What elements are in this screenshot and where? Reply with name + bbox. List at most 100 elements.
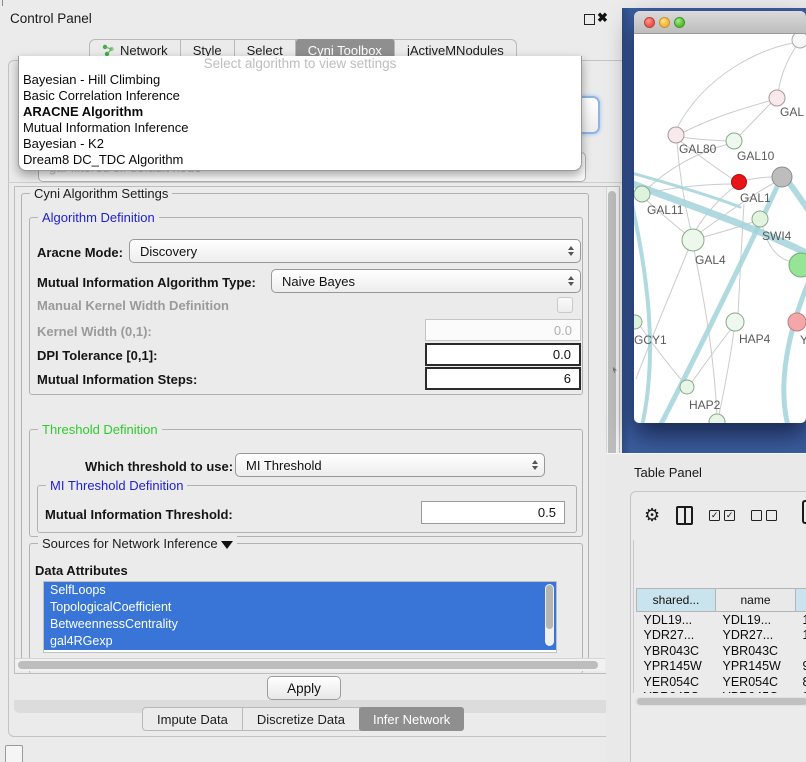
network-edge	[681, 137, 728, 141]
mi-steps-field[interactable]: 6	[425, 367, 581, 390]
network-node-label: GCY1	[634, 333, 667, 347]
float-panel-icon[interactable]	[584, 14, 595, 25]
table-cell: 12	[796, 628, 806, 644]
network-edge	[746, 177, 773, 180]
columns-icon[interactable]	[676, 506, 693, 525]
network-node[interactable]	[726, 313, 744, 331]
network-canvas[interactable]: GALGAL80GAL10GAL1SWI4GAL11GAL4GCY1HAP4YH…	[634, 34, 806, 423]
kernel-width-label: Kernel Width (0,1):	[37, 324, 152, 339]
network-node[interactable]	[752, 211, 768, 227]
mi-threshold-field[interactable]: 0.5	[421, 501, 565, 524]
minimize-traffic-light-icon[interactable]	[659, 17, 670, 28]
horizontal-scrollbar-thumb[interactable]	[18, 661, 598, 669]
table-clip: shared...nameA YDL19...YDL19...13YDR27..…	[633, 540, 806, 693]
network-edge	[778, 40, 800, 94]
algorithm-option[interactable]: ARACNE Algorithm	[19, 104, 581, 120]
node-table[interactable]: shared...nameA YDL19...YDL19...13YDR27..…	[636, 588, 806, 693]
table-row[interactable]: YBR045CYBR045C9.	[637, 690, 806, 694]
data-attributes-list: SelfLoopsTopologicalCoefficientBetweenne…	[43, 581, 557, 653]
algorithm-option[interactable]: Bayesian - Hill Climbing	[19, 72, 581, 88]
algorithm-option[interactable]: Basic Correlation Inference	[19, 88, 581, 104]
list-scrollbar[interactable]	[545, 584, 554, 646]
table-panel: Table Panel ⚙ ✓✓ shared...nameA YDL19...…	[606, 453, 806, 762]
table-horizontal-scrollbar[interactable]	[635, 697, 806, 706]
network-node[interactable]	[792, 34, 806, 48]
table-cell: 9.	[796, 690, 806, 694]
network-node[interactable]	[726, 133, 742, 149]
network-node[interactable]	[668, 127, 684, 143]
table-row[interactable]: YPR145WYPR145W9.	[637, 659, 806, 675]
network-node[interactable]	[772, 167, 792, 187]
bottom-tab-discretize-data[interactable]: Discretize Data	[243, 708, 360, 730]
network-node-label: GAL10	[737, 149, 775, 163]
network-node-label: GAL4	[695, 253, 726, 267]
table-cell: YBR045C	[637, 690, 716, 694]
mi-threshold-label: Mutual Information Threshold:	[45, 507, 233, 522]
network-node[interactable]	[732, 175, 747, 190]
panel-title: Control Panel	[10, 11, 92, 26]
group-title[interactable]: Sources for Network Inference	[38, 536, 237, 551]
network-node[interactable]	[769, 90, 785, 106]
dpi-tolerance-field[interactable]: 0.0	[425, 343, 581, 366]
network-window: GALGAL80GAL10GAL1SWI4GAL11GAL4GCY1HAP4YH…	[634, 11, 806, 423]
network-node[interactable]	[788, 313, 806, 331]
table-column-header[interactable]: name	[716, 589, 796, 612]
network-node-label: HAP4	[739, 332, 771, 346]
network-edge-highlighted	[784, 274, 806, 423]
settings-scroll-panel: Cyni Algorithm Settings Algorithm Defini…	[14, 186, 620, 674]
network-window-titlebar[interactable]	[634, 11, 806, 34]
network-node-label: GAL80	[679, 142, 717, 156]
mi-type-combo[interactable]: Naive Bayes	[271, 269, 581, 293]
bottom-tab-infer-network[interactable]: Infer Network	[359, 707, 464, 731]
table-cell: YPR145W	[637, 659, 716, 675]
algorithm-dropdown-placeholder: Select algorithm to view settings	[19, 56, 581, 72]
docked-panel-icon[interactable]	[5, 745, 23, 762]
aracne-mode-combo[interactable]: Discovery	[129, 239, 581, 263]
table-row[interactable]: YER054CYER054C8.	[637, 674, 806, 690]
mi-type-label: Mutual Information Algorithm Type:	[37, 275, 256, 290]
network-node[interactable]	[789, 253, 806, 277]
network-node[interactable]	[680, 380, 694, 394]
manual-kernel-checkbox[interactable]	[557, 297, 573, 313]
data-attribute-item[interactable]: TopologicalCoefficient	[44, 599, 556, 616]
table-row[interactable]: YDR27...YDR27...12	[637, 628, 806, 644]
data-attribute-item[interactable]: BetweennessCentrality	[44, 616, 556, 633]
table-column-header[interactable]: shared...	[637, 589, 716, 612]
table-cell: YBR045C	[716, 690, 796, 694]
algorithm-option[interactable]: Mutual Information Inference	[19, 120, 581, 136]
algorithm-option[interactable]: Dream8 DC_TDC Algorithm	[19, 152, 581, 168]
select-all-icon[interactable]: ✓✓	[709, 510, 735, 521]
new-table-icon[interactable]	[802, 500, 806, 524]
table-column-header[interactable]: A	[796, 589, 806, 612]
which-threshold-combo[interactable]: MI Threshold	[235, 453, 545, 477]
zoom-traffic-light-icon[interactable]	[674, 17, 685, 28]
network-node[interactable]	[709, 414, 725, 423]
network-node-label: SWI4	[762, 229, 792, 243]
data-attribute-item[interactable]: gal4RGexp	[44, 633, 556, 650]
network-edge-highlighted	[634, 196, 650, 423]
close-icon[interactable]: ✖	[597, 10, 608, 26]
list-scrollbar-thumb[interactable]	[546, 585, 553, 629]
network-node-label: GAL	[780, 105, 804, 119]
network-node-label: GAL11	[647, 203, 684, 217]
group-title: Threshold Definition	[38, 422, 162, 437]
algorithm-dropdown-list: Select algorithm to view settings Bayesi…	[18, 56, 582, 171]
close-traffic-light-icon[interactable]	[644, 17, 655, 28]
network-node[interactable]	[634, 186, 650, 202]
deselect-all-icon[interactable]	[751, 510, 777, 521]
table-row[interactable]: YBR043CYBR043C	[637, 643, 806, 659]
table-horizontal-scrollbar-thumb[interactable]	[637, 698, 806, 705]
network-node[interactable]	[682, 229, 704, 251]
table-row[interactable]: YDL19...YDL19...13	[637, 612, 806, 628]
mi-steps-label: Mutual Information Steps:	[37, 372, 197, 387]
data-attribute-item[interactable]: SelfLoops	[44, 582, 556, 599]
dpi-tolerance-label: DPI Tolerance [0,1]:	[37, 348, 157, 363]
kernel-width-field[interactable]: 0.0	[425, 319, 581, 341]
gear-icon[interactable]: ⚙	[644, 506, 660, 524]
apply-button[interactable]: Apply	[267, 676, 341, 700]
horizontal-scrollbar[interactable]	[15, 658, 605, 671]
algorithm-option[interactable]: Bayesian - K2	[19, 136, 581, 152]
stepper-icon	[568, 276, 574, 286]
bottom-tab-impute-data[interactable]: Impute Data	[143, 708, 243, 730]
data-attributes-label: Data Attributes	[35, 563, 128, 578]
